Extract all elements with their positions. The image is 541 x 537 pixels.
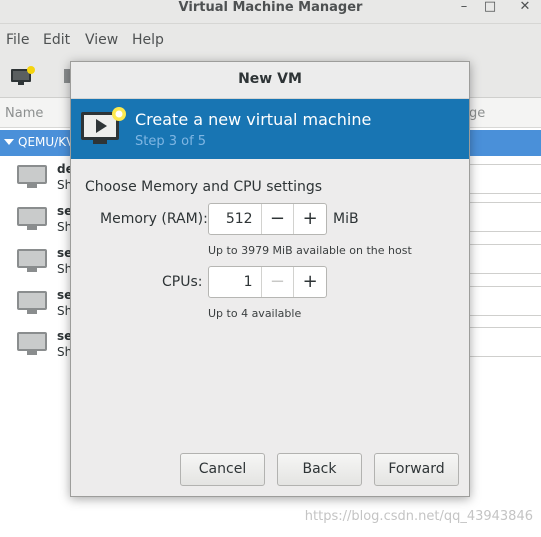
monitor-icon (17, 207, 47, 230)
usage-graph (466, 202, 541, 232)
new-vm-toolbar-icon[interactable] (10, 66, 36, 86)
column-usage[interactable]: ge (469, 106, 485, 121)
menubar: File Edit View Help (0, 24, 541, 56)
menu-file[interactable]: File (6, 32, 29, 48)
usage-graph (466, 327, 541, 357)
memory-unit: MiB (333, 211, 359, 227)
main-titlebar: Virtual Machine Manager – □ ✕ (0, 0, 541, 24)
monitor-icon (17, 332, 47, 355)
wizard-step: Step 3 of 5 (135, 134, 207, 149)
monitor-icon (17, 165, 47, 188)
close-button[interactable]: ✕ (514, 0, 536, 16)
wizard-title: Create a new virtual machine (135, 110, 372, 129)
section-title: Choose Memory and CPU settings (85, 179, 323, 195)
usage-graph (466, 244, 541, 274)
maximize-button[interactable]: □ (479, 0, 501, 16)
memory-label: Memory (RAM): (100, 211, 208, 227)
expander-icon[interactable] (4, 139, 14, 145)
dialog-titlebar[interactable]: New VM (71, 62, 469, 99)
connection-label: QEMU/KV (18, 135, 75, 149)
dialog-title: New VM (238, 71, 302, 87)
new-vm-dialog: New VM Create a new virtual machine Step… (70, 61, 470, 497)
menu-help[interactable]: Help (132, 32, 164, 48)
cpus-increase-button[interactable]: + (293, 267, 326, 297)
memory-decrease-button[interactable]: − (260, 204, 294, 234)
cpus-hint: Up to 4 available (208, 307, 302, 320)
monitor-icon (17, 249, 47, 272)
memory-hint: Up to 3979 MiB available on the host (208, 244, 412, 257)
cancel-button[interactable]: Cancel (180, 453, 265, 486)
memory-spinner: 512 − + (208, 203, 327, 235)
back-button[interactable]: Back (277, 453, 362, 486)
monitor-icon (17, 291, 47, 314)
menu-view[interactable]: View (85, 32, 118, 48)
usage-graph (466, 164, 541, 194)
wizard-banner: Create a new virtual machine Step 3 of 5 (71, 99, 469, 159)
cpus-decrease-button[interactable]: − (260, 267, 294, 297)
new-vm-icon (81, 107, 126, 144)
watermark: https://blog.csdn.net/qq_43943846 (304, 509, 533, 524)
forward-button[interactable]: Forward (374, 453, 459, 486)
cpus-label: CPUs: (162, 274, 203, 290)
column-name[interactable]: Name (5, 106, 43, 121)
menu-edit[interactable]: Edit (43, 32, 70, 48)
cpus-input[interactable]: 1 (209, 267, 261, 297)
memory-input[interactable]: 512 (209, 204, 261, 234)
minimize-button[interactable]: – (453, 0, 475, 16)
memory-increase-button[interactable]: + (293, 204, 326, 234)
usage-graph (466, 286, 541, 316)
cpus-spinner: 1 − + (208, 266, 327, 298)
